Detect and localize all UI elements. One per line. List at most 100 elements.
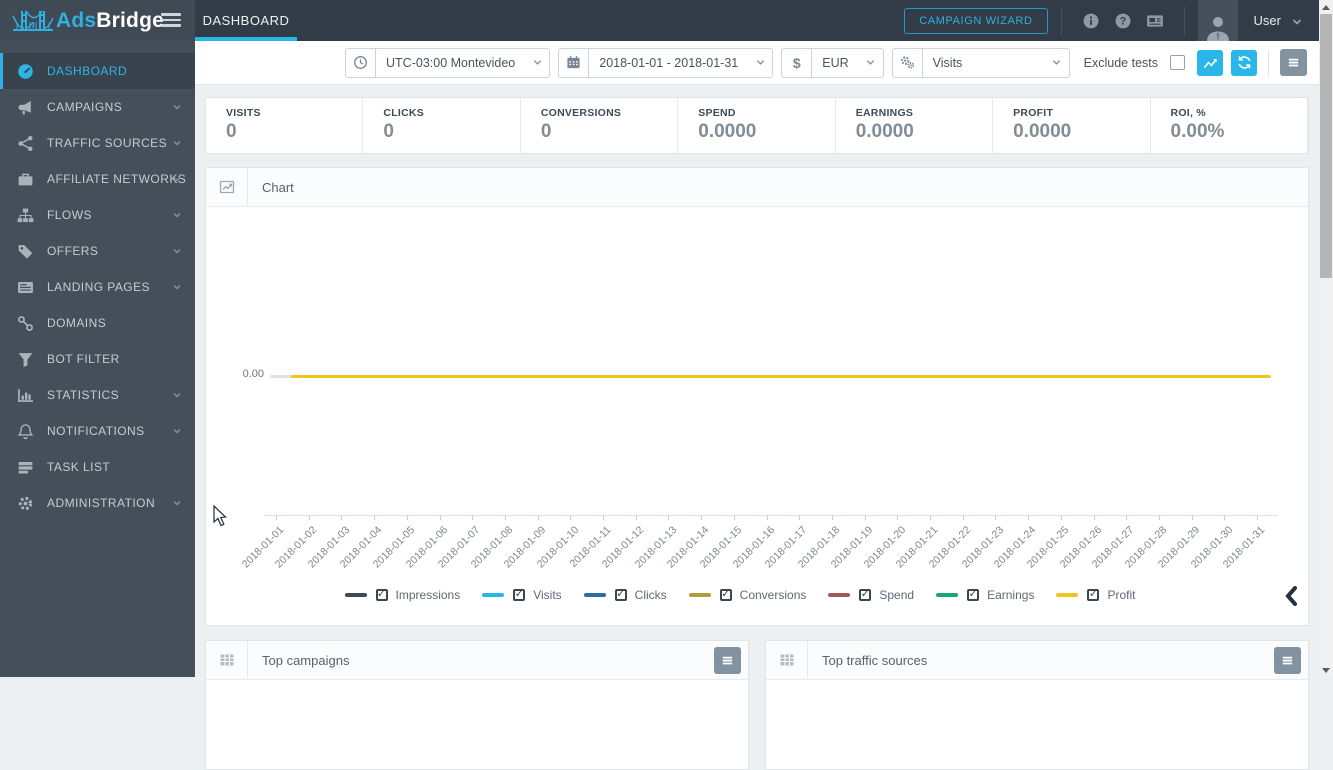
timezone-select[interactable]: UTC-03:00 Montevideo bbox=[345, 47, 551, 78]
date-range-select[interactable]: 2018-01-01 - 2018-01-31 bbox=[558, 47, 774, 78]
trend-chart-icon bbox=[1203, 58, 1217, 69]
stat-label: PROFIT bbox=[1013, 107, 1054, 119]
tick-mark bbox=[1158, 515, 1160, 520]
tick-mark bbox=[897, 515, 899, 520]
sidebar-item-task-list[interactable]: TASK LIST bbox=[0, 449, 195, 485]
legend-color-swatch bbox=[828, 593, 851, 597]
legend-color-swatch bbox=[482, 593, 505, 597]
panel-header: Top campaigns bbox=[206, 641, 748, 680]
tick-mark bbox=[276, 515, 277, 520]
layout-menu-button[interactable] bbox=[1280, 49, 1307, 76]
stat-label: EARNINGS bbox=[855, 107, 914, 119]
metric-select[interactable]: Visits bbox=[891, 47, 1070, 78]
tick-mark bbox=[570, 515, 572, 520]
sidebar-nav: DASHBOARD CAMPAIGNS TRAFFIC SOURCES AFFI… bbox=[0, 41, 195, 521]
panel-header: Top traffic sources bbox=[766, 641, 1308, 680]
legend-color-swatch bbox=[1056, 593, 1079, 597]
legend-checkbox[interactable] bbox=[1087, 589, 1100, 601]
scroll-down-arrow[interactable] bbox=[1319, 663, 1333, 677]
avatar[interactable] bbox=[1197, 0, 1238, 41]
legend-series-label: Impressions bbox=[395, 588, 461, 602]
sidebar-item-affiliate-networks[interactable]: AFFILIATE NETWORKS bbox=[0, 161, 195, 197]
tick-mark bbox=[701, 515, 703, 520]
sidebar-item-landing-pages[interactable]: LANDING PAGES bbox=[0, 269, 195, 305]
legend-color-swatch bbox=[344, 593, 367, 597]
scroll-up-arrow[interactable] bbox=[1319, 0, 1333, 14]
legend-checkbox[interactable] bbox=[513, 589, 526, 601]
stat-cell: CLICKS 0 bbox=[363, 98, 521, 153]
brand-logo: AdsBridge bbox=[56, 9, 164, 33]
legend-checkbox[interactable] bbox=[375, 589, 388, 601]
tick-mark bbox=[635, 515, 637, 520]
chevron-down-icon bbox=[172, 102, 182, 112]
chevron-down-icon bbox=[859, 57, 883, 68]
sidebar-item-campaigns[interactable]: CAMPAIGNS bbox=[0, 89, 195, 125]
tick-mark bbox=[831, 515, 833, 520]
stat-cell: ROI, % 0.00% bbox=[1151, 98, 1308, 153]
legend-entry: Profit bbox=[1056, 588, 1135, 602]
panel-title: Top traffic sources bbox=[822, 652, 928, 668]
refresh-button[interactable] bbox=[1231, 49, 1257, 76]
user-menu-label[interactable]: User bbox=[1254, 13, 1281, 28]
sidebar-item-flows[interactable]: FLOWS bbox=[0, 197, 195, 233]
chevron-left-icon[interactable] bbox=[1284, 586, 1298, 606]
scrollbar-thumb[interactable] bbox=[1320, 14, 1332, 278]
user-chevron-down-icon[interactable] bbox=[1291, 15, 1303, 27]
news-icon[interactable] bbox=[1146, 12, 1164, 30]
stat-cell: VISITS 0 bbox=[206, 98, 364, 153]
filter-divider bbox=[1268, 49, 1269, 76]
sidebar-item-bot-filter[interactable]: BOT FILTER bbox=[0, 341, 195, 377]
legend-checkbox[interactable] bbox=[719, 589, 732, 601]
legend-series-label: Clicks bbox=[634, 588, 667, 602]
sidebar-item-notifications[interactable]: NOTIFICATIONS bbox=[0, 413, 195, 449]
filter-bar: UTC-03:00 Montevideo 2018-01-01 - 2018-0… bbox=[195, 41, 1319, 85]
legend-checkbox[interactable] bbox=[859, 589, 872, 601]
legend-series-label: Conversions bbox=[739, 588, 807, 602]
sidebar-item-statistics[interactable]: STATISTICS bbox=[0, 377, 195, 413]
trend-chart-button[interactable] bbox=[1197, 49, 1223, 76]
legend-entry: Spend bbox=[828, 588, 914, 602]
task-list-icon bbox=[17, 459, 34, 476]
sidebar-item-label: NOTIFICATIONS bbox=[47, 424, 145, 438]
sidebar-item-domains[interactable]: DOMAINS bbox=[0, 305, 195, 341]
sidebar-item-label: STATISTICS bbox=[47, 388, 120, 402]
stat-label: VISITS bbox=[226, 107, 261, 119]
info-icon[interactable] bbox=[1082, 12, 1100, 30]
panel-menu-button[interactable] bbox=[714, 646, 741, 674]
sidebar-item-dashboard[interactable]: DASHBOARD bbox=[0, 53, 195, 89]
legend-checkbox[interactable] bbox=[967, 589, 980, 601]
exclude-tests-checkbox[interactable] bbox=[1170, 55, 1185, 70]
stat-value: 0.0000 bbox=[1013, 121, 1072, 142]
legend-series-label: Earnings bbox=[987, 588, 1035, 602]
chart-area: 0.00 2018-01-01 2018-01-02 2018-01-03 20… bbox=[206, 207, 1308, 626]
legend-checkbox[interactable] bbox=[614, 589, 627, 601]
sidebar-item-traffic-sources[interactable]: TRAFFIC SOURCES bbox=[0, 125, 195, 161]
campaign-wizard-button[interactable]: CAMPAIGN WIZARD bbox=[904, 7, 1048, 34]
tick-mark bbox=[308, 515, 310, 520]
tick-mark bbox=[1191, 515, 1193, 520]
stat-label: ROI, % bbox=[1170, 107, 1206, 119]
tick-mark bbox=[864, 515, 866, 520]
brand-name-b: Bridge bbox=[96, 8, 164, 32]
sidebar-item-offers[interactable]: OFFERS bbox=[0, 233, 195, 269]
sidebar-item-label: AFFILIATE NETWORKS bbox=[47, 172, 187, 186]
tab-dashboard[interactable]: DASHBOARD bbox=[195, 0, 297, 41]
gear-icon bbox=[17, 495, 34, 512]
legend-series-label: Visits bbox=[533, 588, 562, 602]
chevron-down-icon bbox=[172, 390, 182, 400]
currency-select[interactable]: $ EUR bbox=[781, 47, 884, 78]
y-axis-tick-label: 0.00 bbox=[242, 368, 264, 380]
sidebar-item-administration[interactable]: ADMINISTRATION bbox=[0, 485, 195, 521]
help-icon[interactable]: ? bbox=[1114, 12, 1132, 30]
chevron-down-icon bbox=[172, 498, 182, 508]
profit-line bbox=[291, 375, 1271, 378]
menu-icon bbox=[722, 656, 733, 664]
sidebar-item-label: CAMPAIGNS bbox=[47, 100, 123, 114]
panel-menu-button[interactable] bbox=[1274, 646, 1301, 674]
sidebar-toggle-icon[interactable] bbox=[161, 13, 181, 30]
sidebar-item-label: TASK LIST bbox=[47, 460, 111, 474]
pages-icon bbox=[17, 279, 34, 296]
bar-chart-icon bbox=[17, 387, 34, 404]
stat-label: SPEND bbox=[698, 107, 736, 119]
legend-entry: Conversions bbox=[688, 588, 807, 602]
